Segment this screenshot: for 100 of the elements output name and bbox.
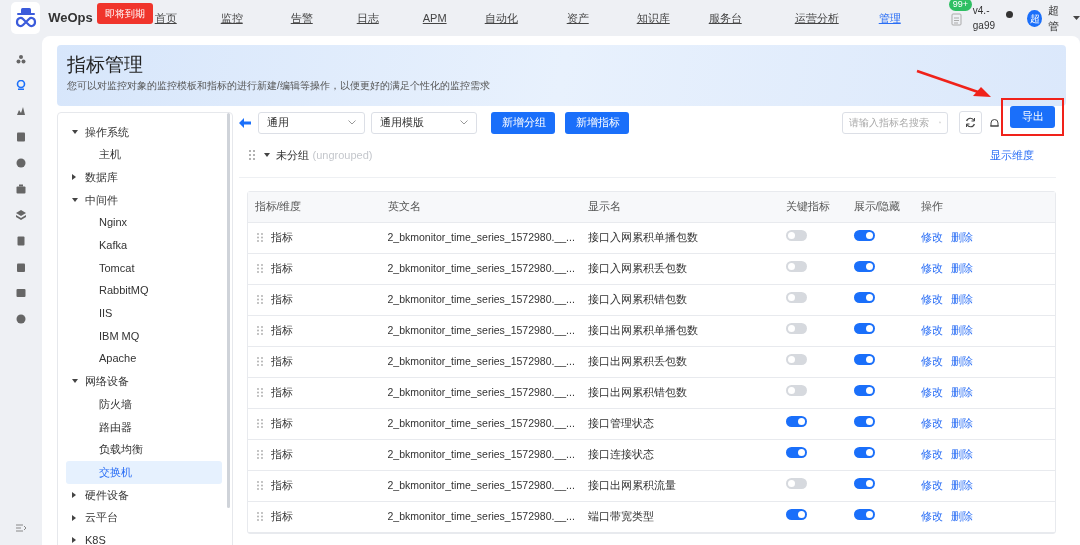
drag-handle-icon[interactable] bbox=[256, 295, 263, 304]
action-link[interactable]: 修改 bbox=[920, 261, 943, 274]
tree-item[interactable]: IBM MQ bbox=[66, 324, 222, 348]
add-button[interactable]: 新增指标 bbox=[564, 111, 629, 134]
chart-icon[interactable] bbox=[16, 106, 26, 116]
tree-item[interactable]: 云平台 bbox=[66, 506, 222, 529]
add-button[interactable]: 新增分组 bbox=[490, 111, 555, 134]
drag-handle-icon[interactable] bbox=[256, 326, 263, 335]
user-avatar[interactable]: 超 bbox=[1027, 9, 1042, 27]
user-name[interactable]: 超管 bbox=[1048, 1, 1067, 35]
action-link[interactable]: 修改 bbox=[920, 292, 943, 305]
action-link[interactable]: 删除 bbox=[950, 385, 973, 398]
toggle-switch[interactable] bbox=[785, 291, 807, 303]
nav-tab[interactable]: 告警 bbox=[290, 9, 357, 27]
drag-handle-icon[interactable] bbox=[256, 450, 263, 459]
toggle-switch[interactable] bbox=[785, 477, 807, 489]
action-link[interactable]: 修改 bbox=[920, 478, 943, 491]
tree-item[interactable]: 防火墙 bbox=[66, 392, 222, 416]
caret-icon[interactable] bbox=[263, 153, 270, 157]
toggle-switch[interactable] bbox=[853, 353, 875, 365]
caret-icon[interactable] bbox=[1073, 16, 1080, 20]
tree-item[interactable]: 主机 bbox=[66, 143, 222, 166]
nav-tab[interactable]: 资产 bbox=[566, 9, 637, 27]
tree-item[interactable]: Nginx bbox=[66, 211, 222, 234]
select-field[interactable]: 通用模版 bbox=[370, 111, 477, 134]
toggle-switch[interactable] bbox=[785, 229, 807, 241]
nav-tab[interactable]: APM bbox=[422, 9, 485, 27]
tree-item[interactable]: 负载均衡 bbox=[66, 438, 222, 461]
tree-item[interactable]: 操作系统 bbox=[66, 120, 222, 144]
caret-icon[interactable] bbox=[72, 514, 78, 521]
nav-tab[interactable]: 首页 bbox=[154, 9, 221, 27]
toggle-switch[interactable] bbox=[785, 508, 807, 520]
action-link[interactable]: 删除 bbox=[950, 478, 973, 491]
toggle-switch[interactable] bbox=[785, 384, 807, 396]
drag-handle-icon[interactable] bbox=[256, 357, 263, 366]
nav-tab[interactable]: 知识库 bbox=[636, 9, 709, 27]
toggle-switch[interactable] bbox=[853, 229, 875, 241]
tree-item[interactable]: 数据库 bbox=[66, 165, 222, 189]
action-link[interactable]: 删除 bbox=[950, 292, 973, 305]
toggle-switch[interactable] bbox=[785, 353, 807, 365]
chevron-down-icon[interactable] bbox=[459, 120, 468, 125]
tree-item[interactable]: Tomcat bbox=[66, 256, 222, 280]
drag-handle-icon[interactable] bbox=[248, 150, 255, 160]
chevron-down-icon[interactable] bbox=[347, 120, 356, 125]
tree-item[interactable]: IIS bbox=[66, 302, 222, 325]
tree-item[interactable]: Kafka bbox=[66, 233, 222, 257]
toggle-switch[interactable] bbox=[785, 322, 807, 334]
toggle-switch[interactable] bbox=[785, 446, 807, 458]
caret-icon[interactable] bbox=[72, 537, 78, 544]
tree-item[interactable]: 交换机 bbox=[66, 460, 222, 484]
toggle-switch[interactable] bbox=[785, 260, 807, 272]
nav-tab[interactable]: 服务台 bbox=[708, 9, 795, 27]
tree-item[interactable]: RabbitMQ bbox=[66, 279, 222, 302]
caret-icon[interactable] bbox=[72, 197, 78, 202]
nav-tab[interactable]: 管理 bbox=[878, 9, 925, 27]
toggle-switch[interactable] bbox=[853, 260, 875, 272]
action-link[interactable]: 删除 bbox=[950, 447, 973, 460]
refresh-button[interactable] bbox=[959, 111, 982, 134]
drag-handle-icon[interactable] bbox=[256, 264, 263, 273]
toggle-switch[interactable] bbox=[853, 291, 875, 303]
toggle-switch[interactable] bbox=[853, 384, 875, 396]
caret-icon[interactable] bbox=[72, 174, 78, 181]
tree-item[interactable]: Apache bbox=[66, 347, 222, 371]
briefcase-icon[interactable] bbox=[16, 184, 26, 194]
toggle-switch[interactable] bbox=[853, 322, 875, 334]
collapse-icon[interactable] bbox=[16, 524, 26, 532]
toggle-switch[interactable] bbox=[785, 415, 807, 427]
show-dimensions-link[interactable]: 显示维度 bbox=[990, 146, 1034, 164]
action-link[interactable]: 删除 bbox=[950, 509, 973, 522]
caret-icon[interactable] bbox=[72, 491, 78, 498]
action-link[interactable]: 修改 bbox=[920, 354, 943, 367]
action-link[interactable]: 修改 bbox=[920, 385, 943, 398]
action-link[interactable]: 删除 bbox=[950, 323, 973, 336]
bell-icon[interactable] bbox=[990, 117, 999, 128]
webcam-icon[interactable] bbox=[16, 80, 26, 90]
action-link[interactable]: 修改 bbox=[920, 509, 943, 522]
tree-item[interactable]: 硬件设备 bbox=[66, 483, 222, 507]
scrollbar[interactable] bbox=[227, 112, 230, 508]
tree-item[interactable]: 中间件 bbox=[66, 188, 222, 212]
action-link[interactable]: 删除 bbox=[950, 354, 973, 367]
export-button[interactable]: 导出 bbox=[1010, 105, 1055, 128]
action-link[interactable]: 修改 bbox=[920, 323, 943, 336]
caret-icon[interactable] bbox=[72, 129, 78, 134]
drag-handle-icon[interactable] bbox=[256, 388, 263, 397]
action-link[interactable]: 修改 bbox=[920, 416, 943, 429]
nav-tab[interactable]: 日志 bbox=[356, 9, 423, 27]
search-field[interactable]: 请输入指标名搜索 bbox=[842, 111, 948, 134]
drag-handle-icon[interactable] bbox=[256, 233, 263, 242]
action-link[interactable]: 删除 bbox=[950, 261, 973, 274]
layers-icon[interactable] bbox=[16, 210, 26, 220]
nav-tab[interactable]: 自动化 bbox=[484, 9, 567, 27]
action-link[interactable]: 删除 bbox=[950, 230, 973, 243]
caret-icon[interactable] bbox=[72, 379, 78, 384]
toggle-switch[interactable] bbox=[853, 446, 875, 458]
action-link[interactable]: 删除 bbox=[950, 416, 973, 429]
nav-tab[interactable]: 监控 bbox=[220, 9, 291, 27]
cluster-icon[interactable] bbox=[16, 54, 26, 64]
toggle-switch[interactable] bbox=[853, 415, 875, 427]
action-link[interactable]: 修改 bbox=[920, 447, 943, 460]
tree-item[interactable]: 路由器 bbox=[66, 415, 222, 439]
